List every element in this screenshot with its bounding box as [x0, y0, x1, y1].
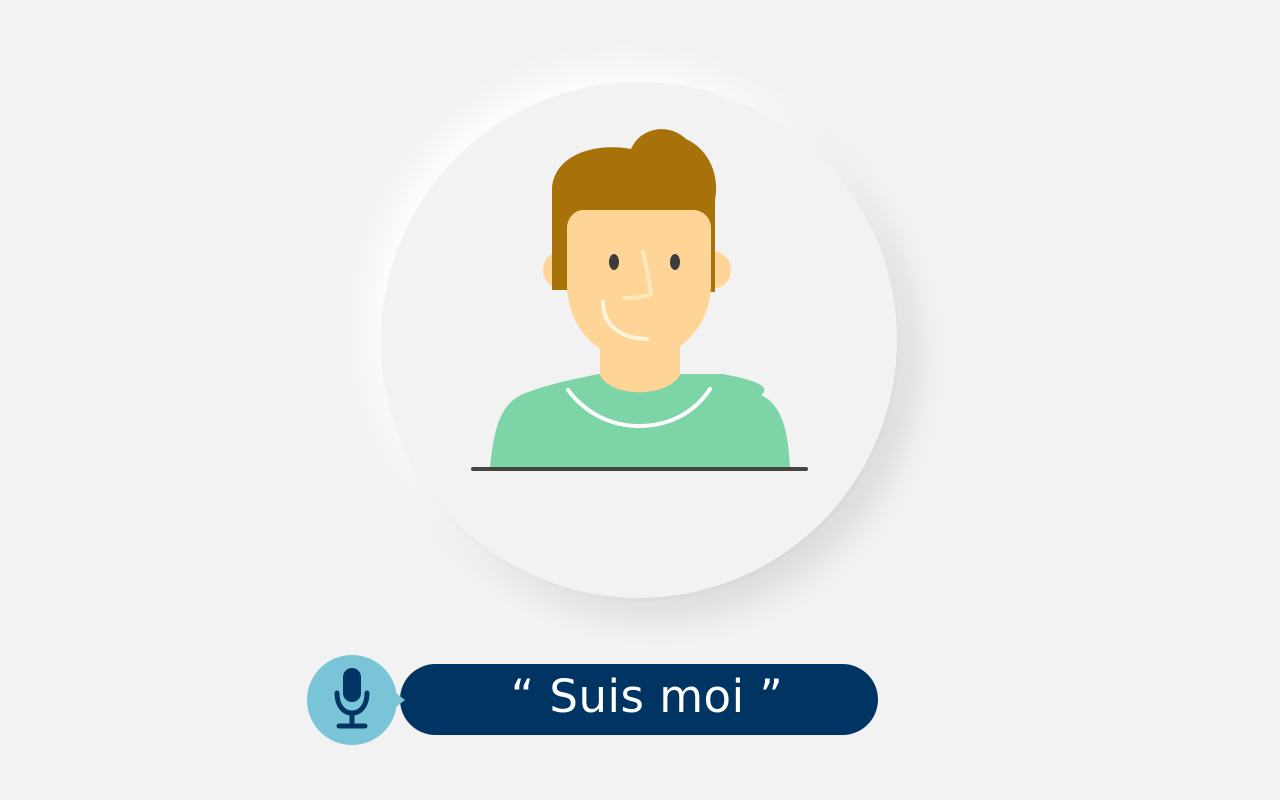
voice-command-text: “ Suis moi ” — [510, 670, 784, 723]
microphone-icon — [334, 668, 370, 729]
person-avatar-illustration — [471, 129, 808, 471]
stage: “ Suis moi ” — [0, 0, 1280, 800]
left-eye — [609, 254, 619, 270]
avatar-circle — [381, 82, 897, 598]
voice-command-bar: “ Suis moi ” — [307, 655, 882, 745]
microphone-badge[interactable] — [307, 655, 405, 745]
right-eye — [670, 254, 680, 270]
person-avatar — [490, 129, 790, 468]
